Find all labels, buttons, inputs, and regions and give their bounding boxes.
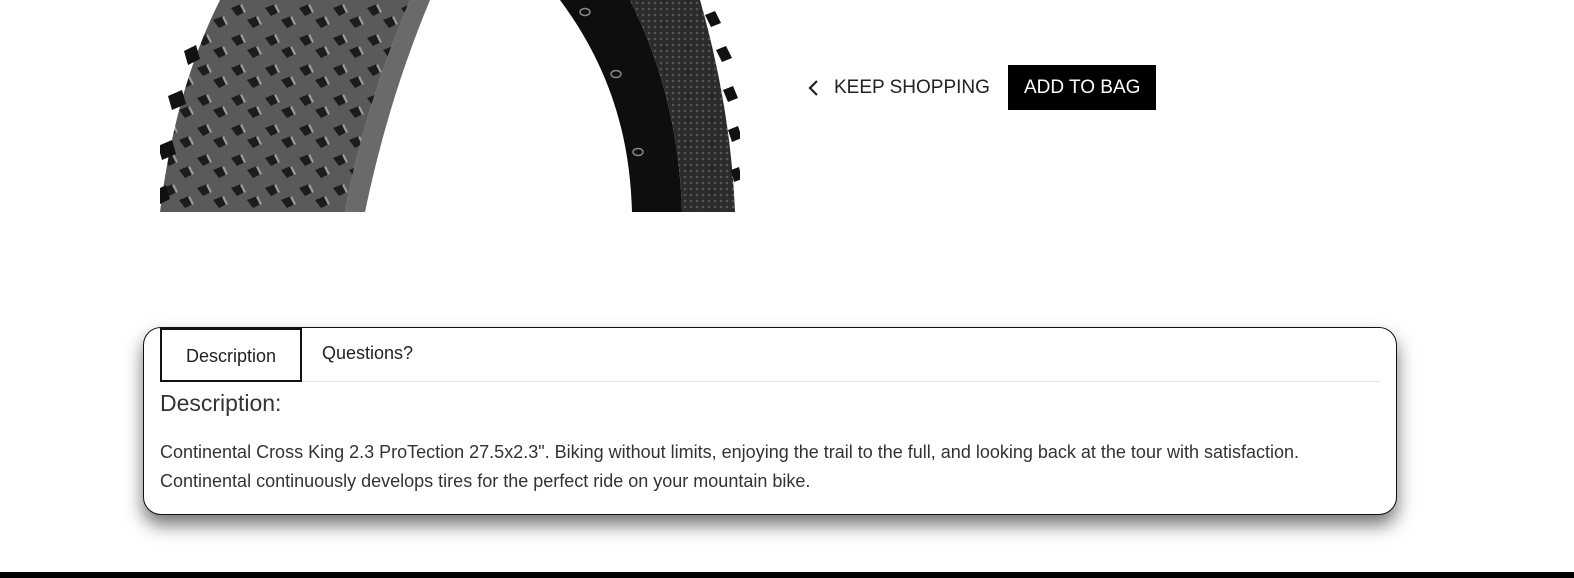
footer-divider xyxy=(0,572,1574,578)
tab-description[interactable]: Description xyxy=(160,328,302,382)
product-page: KEEP SHOPPING ADD TO BAG Description Que… xyxy=(0,0,1574,578)
description-heading: Description: xyxy=(160,390,282,416)
chevron-left-icon xyxy=(806,79,822,97)
tab-bar: Description Questions? xyxy=(160,328,1380,382)
product-image xyxy=(160,0,740,212)
product-info-panel: Description Questions? Description: Cont… xyxy=(143,327,1397,515)
product-actions: KEEP SHOPPING ADD TO BAG xyxy=(806,65,1157,110)
description-text: Continental Cross King 2.3 ProTection 27… xyxy=(160,442,1300,491)
keep-shopping-label: KEEP SHOPPING xyxy=(834,76,990,98)
tire-image xyxy=(160,0,740,212)
tab-questions[interactable]: Questions? xyxy=(322,328,413,378)
keep-shopping-link[interactable]: KEEP SHOPPING xyxy=(806,77,1008,99)
add-to-bag-button[interactable]: ADD TO BAG xyxy=(1007,65,1157,110)
